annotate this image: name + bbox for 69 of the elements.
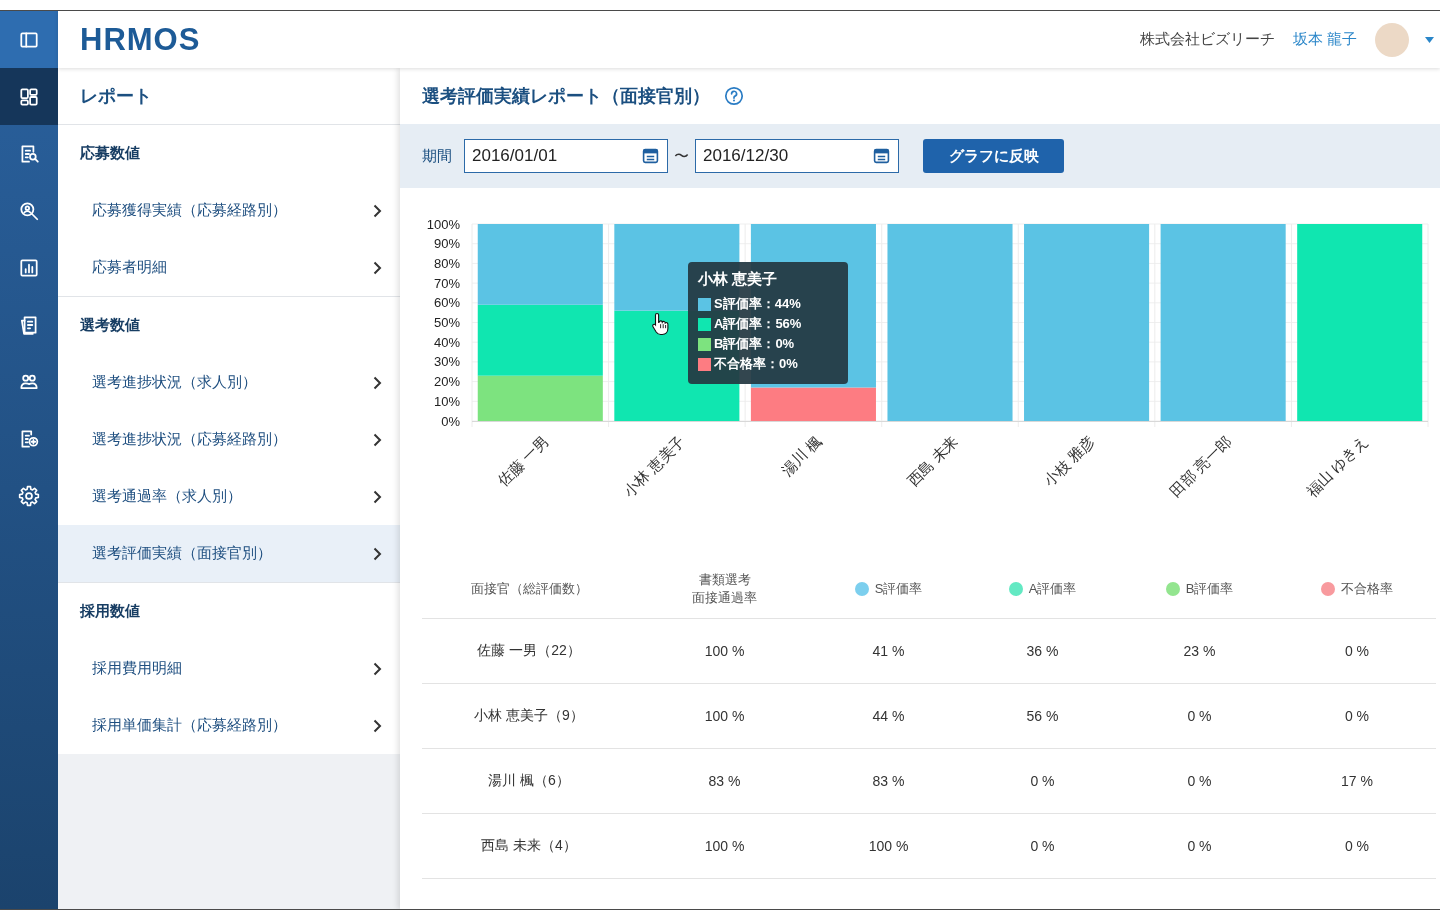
y-axis-label: 10% xyxy=(433,393,460,409)
x-axis-label: 小林 恵美子 xyxy=(619,432,688,501)
period-label: 期間 xyxy=(422,146,452,166)
tooltip-text: A評価率：56% xyxy=(714,315,802,333)
tooltip-title: 小林 恵美子 xyxy=(698,270,779,289)
table-cell: 0 % xyxy=(1344,708,1370,724)
table-cell: 佐藤 一男（22） xyxy=(477,642,581,660)
y-axis-label: 60% xyxy=(433,295,460,311)
table-cell: 41 % xyxy=(872,643,905,659)
table-cell: 0 % xyxy=(1030,838,1055,854)
column-header: A評価率 xyxy=(1028,580,1077,598)
x-axis-label: 福山 ゆきえ xyxy=(1302,432,1371,501)
x-axis-label: 佐藤 一男 xyxy=(494,432,552,490)
table-cell: 44 % xyxy=(872,708,905,724)
x-axis-label: 小枝 雅彦 xyxy=(1040,432,1098,490)
table-cell: 17 % xyxy=(1341,773,1373,789)
column-header: S評価率 xyxy=(874,580,923,598)
table-cell: 23 % xyxy=(1183,643,1216,659)
sidebar-item-label: 選考評価実績（面接官別） xyxy=(92,544,272,563)
y-axis-label: 0% xyxy=(441,413,460,429)
sidebar-item-label: 応募者明細 xyxy=(92,258,167,277)
table-cell: 56 % xyxy=(1026,708,1059,724)
section-heading: 応募数値 xyxy=(79,143,141,163)
table-cell: 100 % xyxy=(868,838,909,854)
table-cell: 100 % xyxy=(704,708,745,724)
sidebar-item-label: 採用費用明細 xyxy=(92,659,182,678)
sidebar-item-label: 選考進捗状況（応募経路別） xyxy=(92,430,287,449)
y-axis-label: 80% xyxy=(433,255,460,271)
tooltip-text: B評価率：0% xyxy=(714,335,795,353)
table-cell: 0 % xyxy=(1187,773,1212,789)
table-cell: 0 % xyxy=(1030,773,1055,789)
table-cell: 83 % xyxy=(872,773,905,789)
table-cell: 湯川 楓（6） xyxy=(488,772,570,790)
section-heading: 採用数値 xyxy=(79,601,141,621)
table-cell: 83 % xyxy=(708,773,741,789)
x-axis-label: 西島 未来 xyxy=(903,432,962,490)
y-axis-label: 90% xyxy=(433,236,460,252)
x-axis-label: 田部 亮一郎 xyxy=(1166,432,1235,501)
table-cell: 0 % xyxy=(1344,838,1370,854)
sidebar-item-label: 選考通過率（求人別） xyxy=(92,487,242,506)
column-header: 面接通過率 xyxy=(692,589,757,607)
column-header: 面接官（総評価数） xyxy=(470,580,588,598)
column-header: 不合格率 xyxy=(1341,580,1393,598)
sidebar-item-label: 選考進捗状況（求人別） xyxy=(92,373,257,392)
tooltip-text: 不合格率：0% xyxy=(714,355,798,373)
sidebar-item-label: 応募獲得実績（応募経路別） xyxy=(92,201,287,220)
x-axis-label: 湯川 楓 xyxy=(777,432,825,479)
y-axis-label: 40% xyxy=(433,334,460,350)
table-cell: 36 % xyxy=(1026,643,1059,659)
page-title: 選考評価実績レポート（面接官別） xyxy=(422,85,710,108)
sidebar-item-label: 採用単価集計（応募経路別） xyxy=(92,716,287,735)
table-cell: 0 % xyxy=(1187,708,1212,724)
column-header: 書類選考 xyxy=(698,571,751,589)
column-header: B評価率 xyxy=(1185,580,1234,598)
y-axis-label: 30% xyxy=(433,354,460,370)
range-separator: 〜 xyxy=(674,146,689,166)
table-cell: 100 % xyxy=(704,643,745,659)
table-cell: 西島 未来（4） xyxy=(481,837,577,855)
table-cell: 小林 恵美子（9） xyxy=(474,707,584,725)
table-cell: 0 % xyxy=(1187,838,1212,854)
section-heading: 選考数値 xyxy=(79,315,141,335)
table-cell: 0 % xyxy=(1344,643,1370,659)
table-cell: 100 % xyxy=(704,838,745,854)
tooltip-text: S評価率：44% xyxy=(714,295,801,313)
y-axis-label: 20% xyxy=(433,374,460,390)
company-name: 株式会社ビズリーチ xyxy=(1139,30,1275,49)
y-axis-label: 50% xyxy=(433,315,460,330)
y-axis-label: 70% xyxy=(433,275,460,291)
y-axis-label: 100% xyxy=(426,216,460,232)
